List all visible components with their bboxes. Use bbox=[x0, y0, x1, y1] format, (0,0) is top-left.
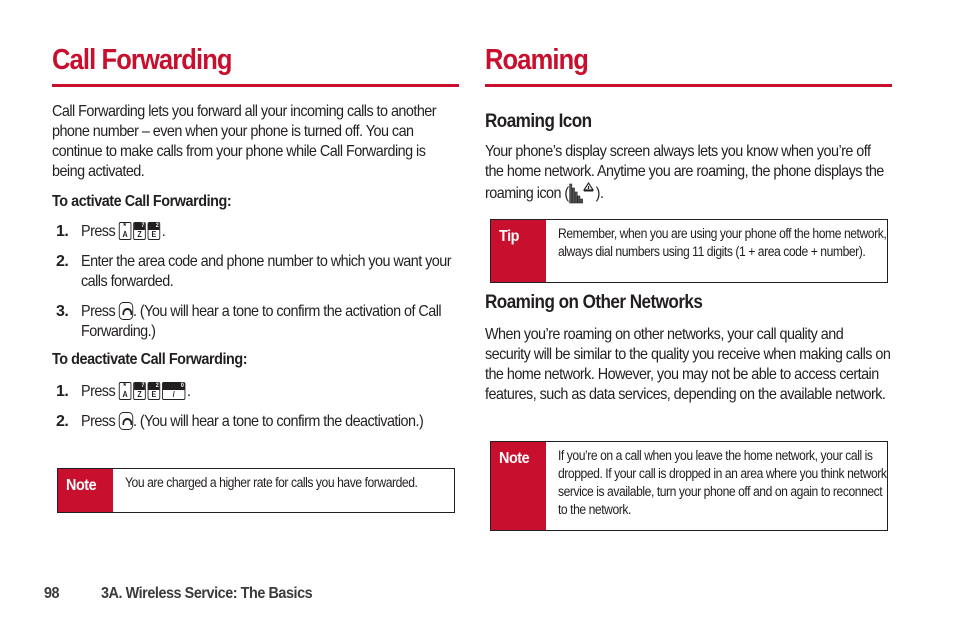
note-label: Note bbox=[58, 469, 113, 512]
note-box: Note If you’re on a call when you leave … bbox=[490, 441, 888, 531]
section-title: Call Forwarding bbox=[52, 44, 233, 76]
title-rule bbox=[485, 84, 892, 87]
note-text: You are charged a higher rate for calls … bbox=[125, 475, 418, 490]
step-text: Enter the area code and phone number to … bbox=[81, 253, 452, 290]
tip-box: Tip Remember, when you are using your ph… bbox=[490, 219, 888, 283]
step-number: 1. bbox=[56, 223, 69, 240]
note-label: Note bbox=[491, 442, 546, 530]
roaming-icon-paragraph: Your phone’s display screen always lets … bbox=[485, 143, 884, 204]
talk-key-icon bbox=[118, 302, 133, 320]
tip-text: Remember, when you are using your phone … bbox=[558, 226, 887, 259]
page-number: 98 bbox=[44, 585, 60, 602]
step-text: . (You will hear a tone to confirm the d… bbox=[132, 413, 424, 430]
step-number: 1. bbox=[56, 383, 69, 400]
section-title: Roaming bbox=[485, 44, 589, 76]
star-key-icon: * A bbox=[118, 382, 132, 400]
two-key-icon: 2E bbox=[147, 222, 160, 240]
roaming-signal-icon bbox=[569, 181, 596, 204]
seven-key-icon: 7Z bbox=[132, 382, 146, 400]
talk-key-icon bbox=[118, 412, 133, 430]
roaming-icon-heading: Roaming Icon bbox=[485, 111, 592, 132]
step-number: 2. bbox=[56, 253, 69, 270]
note-box: Note You are charged a higher rate for c… bbox=[57, 468, 455, 513]
note-text: If you’re on a call when you leave the h… bbox=[558, 448, 887, 517]
deactivate-heading: To deactivate Call Forwarding: bbox=[52, 351, 248, 368]
tip-label: Tip bbox=[491, 220, 546, 282]
other-networks-heading: Roaming on Other Networks bbox=[485, 292, 703, 313]
zero-key-icon: 0/ bbox=[161, 382, 186, 400]
two-key-icon: 2E bbox=[147, 382, 160, 400]
star-key-icon: * A bbox=[118, 222, 132, 240]
activate-heading: To activate Call Forwarding: bbox=[52, 193, 232, 210]
title-rule bbox=[52, 84, 459, 87]
step-text: . (You will hear a tone to confirm the a… bbox=[81, 303, 442, 340]
intro-paragraph: Call Forwarding lets you forward all you… bbox=[52, 103, 437, 180]
section-footer: 3A. Wireless Service: The Basics bbox=[101, 585, 313, 602]
other-networks-paragraph: When you’re roaming on other networks, y… bbox=[485, 326, 891, 403]
step-text: Press bbox=[81, 223, 116, 240]
step-number: 3. bbox=[56, 303, 69, 320]
seven-key-icon: 7Z bbox=[132, 222, 146, 240]
step-number: 2. bbox=[56, 413, 69, 430]
